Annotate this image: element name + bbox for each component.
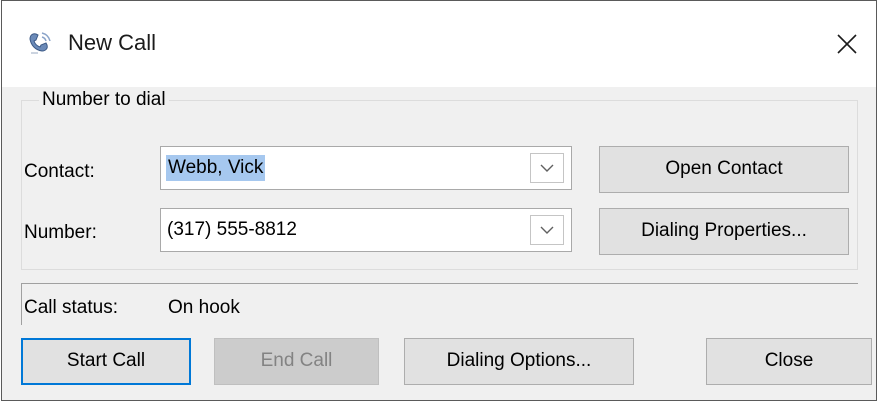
open-contact-button[interactable]: Open Contact: [599, 146, 849, 193]
number-combobox[interactable]: (317) 555-8812: [160, 208, 572, 252]
number-label: Number:: [24, 222, 97, 243]
call-status-label: Call status:: [24, 297, 118, 318]
chevron-down-icon: [540, 226, 554, 234]
end-call-button[interactable]: End Call: [214, 338, 379, 385]
dialing-properties-button[interactable]: Dialing Properties...: [599, 208, 849, 255]
group-legend: Number to dial: [39, 89, 169, 111]
number-dropdown-button[interactable]: [530, 215, 564, 245]
contact-value[interactable]: Webb, Vick: [166, 155, 266, 181]
contact-dropdown-button[interactable]: [530, 153, 564, 183]
title-bar: New Call: [2, 1, 876, 87]
contact-combobox[interactable]: Webb, Vick: [160, 146, 572, 190]
start-call-button[interactable]: Start Call: [21, 338, 191, 385]
phone-call-icon: [26, 29, 56, 59]
call-status-value: On hook: [168, 297, 240, 318]
call-status-panel: [21, 283, 858, 325]
new-call-dialog: New Call Number to dial Contact: Webb, V…: [1, 0, 877, 401]
close-icon[interactable]: [831, 28, 863, 60]
dialog-title: New Call: [68, 30, 157, 55]
close-button[interactable]: Close: [706, 338, 872, 385]
contact-label: Contact:: [24, 161, 95, 182]
dialing-options-button[interactable]: Dialing Options...: [404, 338, 634, 385]
chevron-down-icon: [540, 164, 554, 172]
number-value[interactable]: (317) 555-8812: [167, 219, 297, 241]
